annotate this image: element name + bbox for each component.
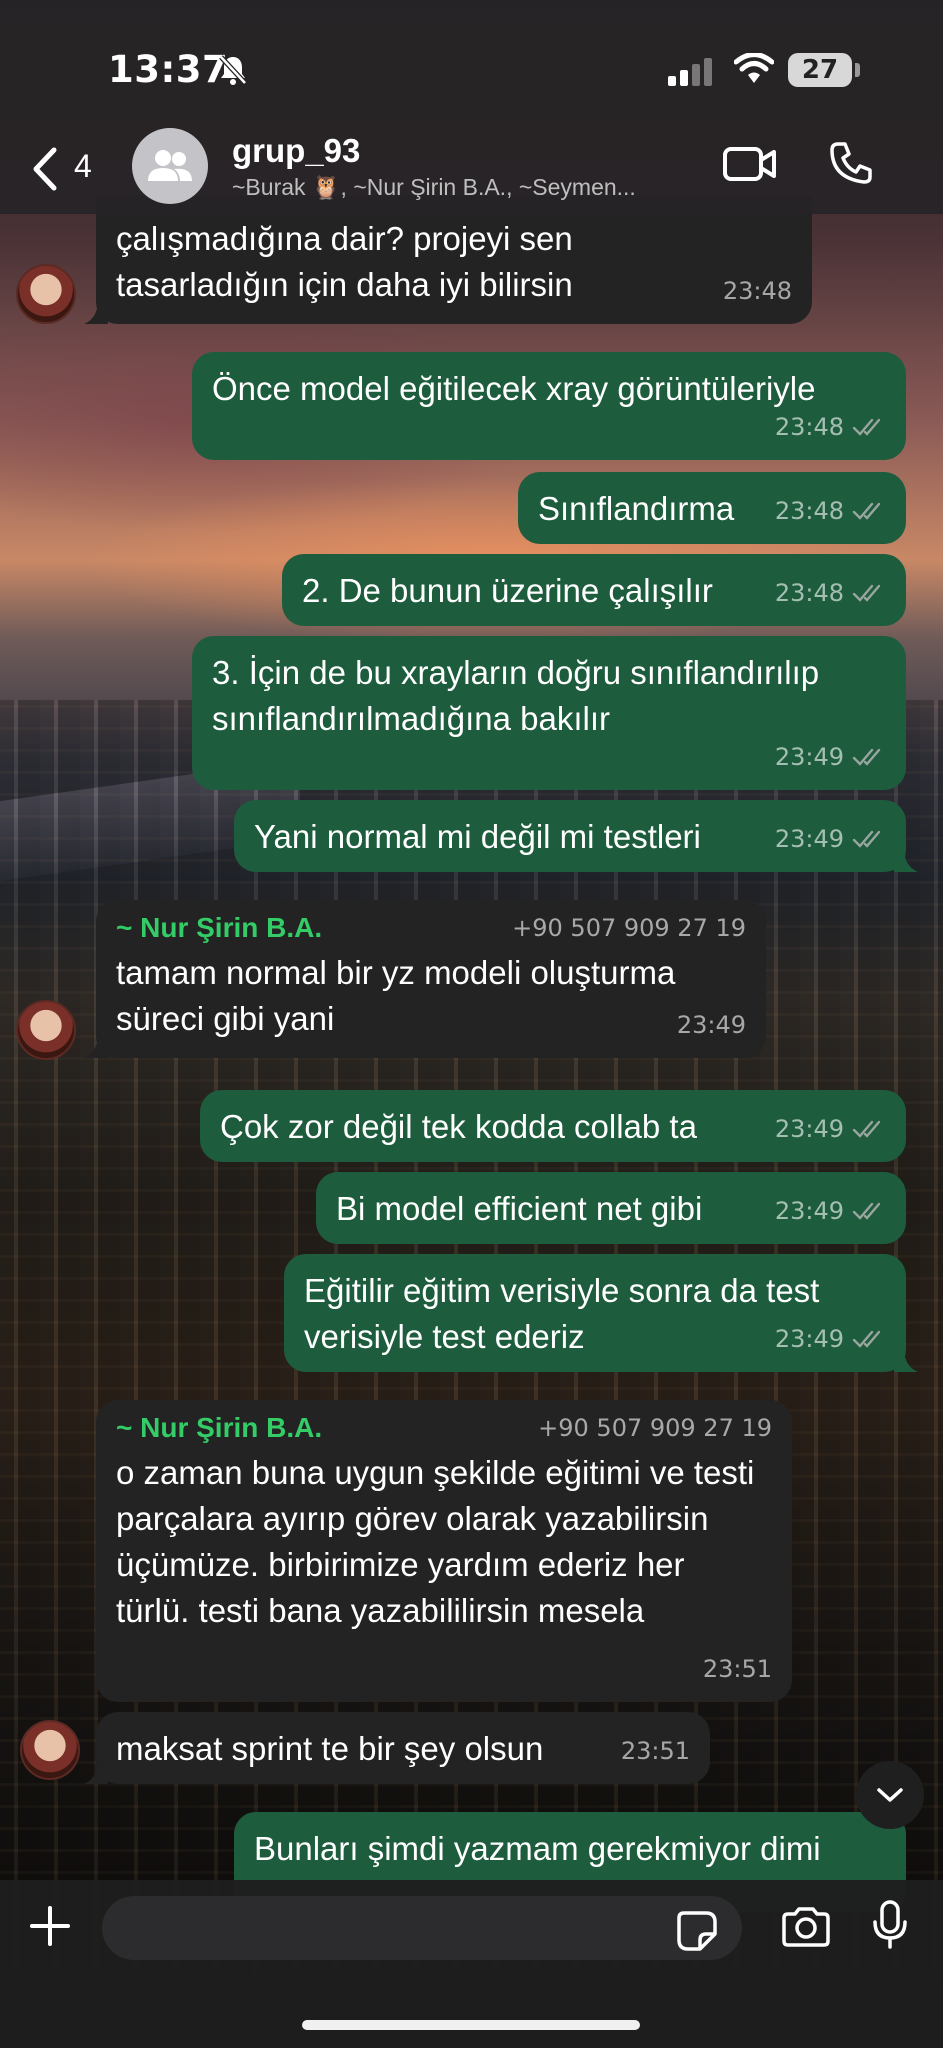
message-time: 23:49 bbox=[676, 1011, 746, 1039]
silent-mode-icon bbox=[219, 55, 247, 85]
back-chevron-icon[interactable] bbox=[26, 146, 66, 192]
sender-name[interactable]: ~ Nur Şirin B.A. bbox=[116, 1410, 322, 1446]
message-text: Bunları şimdi yazmam gerekmiyor dimi bbox=[254, 1830, 821, 1867]
message-meta: 23:49 bbox=[775, 1188, 886, 1234]
message-text: 3. İçin de bu xrayların doğru sınıflandı… bbox=[212, 654, 820, 737]
message-meta: 23:51 bbox=[703, 1646, 772, 1692]
sender-phone[interactable]: +90 507 909 27 19 bbox=[512, 910, 746, 946]
message-meta: 23:49 bbox=[677, 1002, 746, 1048]
message-time: 23:49 bbox=[774, 1197, 844, 1225]
message-meta: 23:49 bbox=[775, 816, 886, 862]
message-meta: 23:51 bbox=[621, 1728, 690, 1774]
message-bubble-outgoing[interactable]: Eğitilir eğitim verisiyle sonra da test … bbox=[284, 1254, 918, 1372]
read-ticks-icon bbox=[852, 418, 881, 436]
read-ticks-icon bbox=[852, 748, 881, 766]
message-bubble-incoming[interactable]: ~ Nur Şirin B.A. +90 507 909 27 19 tamam… bbox=[84, 900, 766, 1058]
message-bubble-outgoing[interactable]: Sınıflandırma 23:48 bbox=[518, 472, 906, 544]
message-text: çalışmadığına dair? projeyi sen tasarlad… bbox=[116, 220, 573, 303]
message-text: tamam normal bir yz modeli oluşturma sür… bbox=[116, 954, 676, 1037]
chat-members-subtitle[interactable]: ~Burak 🦉, ~Nur Şirin B.A., ~Seymen... bbox=[232, 174, 712, 201]
message-meta: 23:48 bbox=[775, 488, 886, 534]
bubble-tail bbox=[84, 300, 108, 324]
sender-row: ~ Nur Şirin B.A. +90 507 909 27 19 bbox=[116, 910, 746, 946]
read-ticks-icon bbox=[852, 830, 881, 848]
group-icon bbox=[148, 150, 192, 181]
home-indicator[interactable] bbox=[302, 2020, 640, 2030]
read-ticks-icon bbox=[852, 584, 881, 602]
read-ticks-icon bbox=[852, 1120, 881, 1138]
chat-title[interactable]: grup_93 bbox=[232, 132, 360, 170]
sticker-icon[interactable] bbox=[676, 1910, 718, 1952]
message-time: 23:51 bbox=[702, 1655, 772, 1683]
battery-indicator: 27 bbox=[788, 53, 852, 87]
sender-avatar[interactable] bbox=[16, 264, 76, 324]
message-bubble-outgoing[interactable]: Önce model eğitilecek xray görüntüleriyl… bbox=[192, 352, 906, 460]
message-meta: 23:48 bbox=[775, 570, 886, 616]
message-time: 23:48 bbox=[774, 579, 844, 607]
message-meta: 23:48 bbox=[775, 404, 886, 450]
message-bubble-outgoing[interactable]: Bi model efficient net gibi 23:49 bbox=[316, 1172, 906, 1244]
message-time: 23:49 bbox=[774, 1115, 844, 1143]
message-meta: 23:48 bbox=[723, 268, 792, 314]
sender-name[interactable]: ~ Nur Şirin B.A. bbox=[116, 910, 322, 946]
video-call-icon[interactable] bbox=[722, 144, 778, 184]
group-avatar[interactable] bbox=[132, 128, 208, 204]
read-ticks-icon bbox=[852, 1202, 881, 1220]
read-ticks-icon bbox=[852, 1330, 881, 1348]
message-time: 23:48 bbox=[774, 413, 844, 441]
camera-icon[interactable] bbox=[780, 1906, 832, 1948]
plus-icon[interactable] bbox=[28, 1904, 72, 1948]
message-meta: 23:49 bbox=[775, 1316, 886, 1362]
unread-chats-count[interactable]: 4 bbox=[74, 148, 92, 185]
message-time: 23:51 bbox=[620, 1737, 690, 1765]
message-time: 23:49 bbox=[774, 1325, 844, 1353]
message-text: maksat sprint te bir şey olsun bbox=[116, 1730, 544, 1767]
message-input[interactable] bbox=[102, 1896, 742, 1960]
sender-row: ~ Nur Şirin B.A. +90 507 909 27 19 bbox=[116, 1410, 772, 1446]
microphone-icon[interactable] bbox=[872, 1900, 908, 1950]
sender-phone[interactable]: +90 507 909 27 19 bbox=[538, 1410, 772, 1446]
message-time: 23:48 bbox=[774, 497, 844, 525]
message-meta: 23:49 bbox=[775, 1106, 886, 1152]
bubble-tail bbox=[894, 848, 918, 872]
message-bubble-outgoing[interactable]: Çok zor değil tek kodda collab ta 23:49 bbox=[200, 1090, 906, 1162]
cellular-signal-icon bbox=[668, 58, 712, 86]
message-text: o zaman buna uygun şekilde eğitimi ve te… bbox=[116, 1454, 755, 1629]
chevron-down-icon bbox=[877, 1788, 903, 1802]
wifi-icon bbox=[734, 53, 774, 83]
sender-avatar[interactable] bbox=[20, 1720, 80, 1780]
battery-tip bbox=[855, 63, 860, 77]
message-time: 23:49 bbox=[774, 825, 844, 853]
message-bubble-outgoing[interactable]: 2. De bunun üzerine çalışılır 23:48 bbox=[282, 554, 906, 626]
message-bubble-outgoing[interactable]: Yani normal mi değil mi testleri 23:49 bbox=[234, 800, 918, 872]
message-time: 23:48 bbox=[722, 277, 792, 305]
bubble-tail bbox=[84, 1760, 108, 1784]
message-bubble-incoming[interactable]: çalışmadığına dair? projeyi sen tasarlad… bbox=[84, 196, 812, 324]
message-meta: 23:49 bbox=[775, 734, 886, 780]
message-bubble-incoming[interactable]: ~ Nur Şirin B.A. +90 507 909 27 19 o zam… bbox=[96, 1400, 792, 1702]
voice-call-icon[interactable] bbox=[828, 140, 874, 186]
message-time: 23:49 bbox=[774, 743, 844, 771]
message-bubble-outgoing[interactable]: 3. İçin de bu xrayların doğru sınıflandı… bbox=[192, 636, 906, 790]
read-ticks-icon bbox=[852, 502, 881, 520]
bubble-tail bbox=[894, 1348, 918, 1372]
status-time: 13:37 bbox=[108, 48, 229, 91]
sender-avatar[interactable] bbox=[16, 1000, 76, 1060]
message-bubble-incoming[interactable]: maksat sprint te bir şey olsun 23:51 bbox=[84, 1712, 710, 1784]
scroll-to-bottom-button[interactable] bbox=[856, 1761, 924, 1829]
bubble-tail bbox=[84, 1034, 108, 1058]
